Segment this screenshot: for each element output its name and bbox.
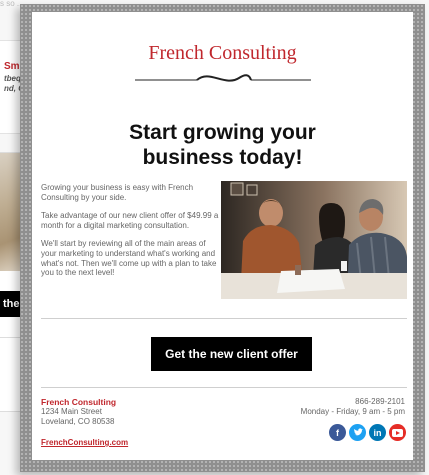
consultation-photo xyxy=(221,181,407,299)
footer-website-link[interactable]: FrenchConsulting.com xyxy=(41,438,128,447)
linkedin-icon[interactable]: in xyxy=(369,424,386,441)
get-offer-button[interactable]: Get the new client offer xyxy=(151,337,312,371)
social-links: f in xyxy=(329,424,406,441)
flourish-divider-icon xyxy=(135,74,311,82)
twitter-icon[interactable] xyxy=(349,424,366,441)
intro-text: Growing your business is easy with Frenc… xyxy=(41,183,221,287)
youtube-play-icon xyxy=(392,428,403,437)
headline-line-2: business today! xyxy=(142,146,303,169)
twitter-bird-icon xyxy=(353,428,363,436)
email-preview: French Consulting Start growing your bus… xyxy=(32,12,413,460)
footer-city: Loveland, CO 80538 xyxy=(41,417,115,426)
section-divider-bottom xyxy=(41,387,407,388)
email-preview-frame: French Consulting Start growing your bus… xyxy=(20,4,425,472)
section-divider-top xyxy=(41,318,407,319)
footer-hours: Monday - Friday, 9 am - 5 pm xyxy=(300,407,405,416)
intro-paragraph-2: Take advantage of our new client offer o… xyxy=(41,211,219,230)
headline: Start growing your business today! xyxy=(32,120,413,170)
intro-paragraph-1: Growing your business is easy with Frenc… xyxy=(41,183,194,202)
footer-street: 1234 Main Street xyxy=(41,407,102,416)
headline-line-1: Start growing your xyxy=(129,121,316,144)
linkedin-glyph: in xyxy=(373,427,382,438)
facebook-icon[interactable]: f xyxy=(329,424,346,441)
footer-phone: 866-289-2101 xyxy=(355,397,405,406)
brand-logo-text: French Consulting xyxy=(148,42,297,64)
facebook-glyph: f xyxy=(336,427,339,438)
youtube-icon[interactable] xyxy=(389,424,406,441)
intro-paragraph-3: We'll start by reviewing all of the main… xyxy=(41,239,217,278)
footer-company-name: French Consulting xyxy=(41,397,117,407)
